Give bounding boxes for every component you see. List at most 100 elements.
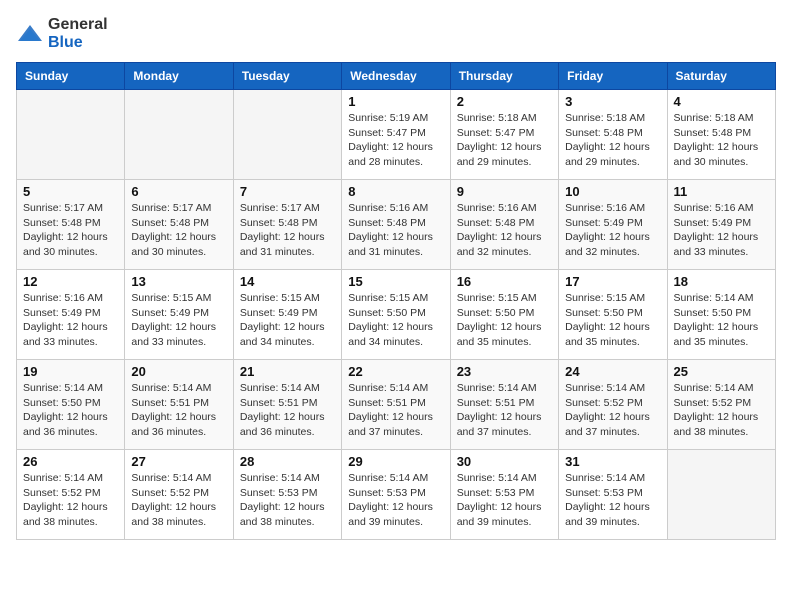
header-day-friday: Friday: [559, 63, 667, 90]
calendar-cell: 8 Sunrise: 5:16 AMSunset: 5:48 PMDaylight…: [342, 180, 450, 270]
day-info: Sunrise: 5:14 AMSunset: 5:52 PMDaylight:…: [131, 471, 226, 530]
day-number: 22: [348, 364, 443, 379]
day-number: 11: [674, 184, 769, 199]
day-info: Sunrise: 5:14 AMSunset: 5:50 PMDaylight:…: [674, 291, 769, 350]
day-number: 13: [131, 274, 226, 289]
day-number: 9: [457, 184, 552, 199]
day-number: 6: [131, 184, 226, 199]
day-number: 26: [23, 454, 118, 469]
day-number: 1: [348, 94, 443, 109]
calendar-cell: 5 Sunrise: 5:17 AMSunset: 5:48 PMDaylight…: [17, 180, 125, 270]
day-number: 28: [240, 454, 335, 469]
day-number: 14: [240, 274, 335, 289]
day-info: Sunrise: 5:14 AMSunset: 5:53 PMDaylight:…: [348, 471, 443, 530]
calendar-cell: 19 Sunrise: 5:14 AMSunset: 5:50 PMDayligh…: [17, 360, 125, 450]
day-info: Sunrise: 5:14 AMSunset: 5:51 PMDaylight:…: [131, 381, 226, 440]
calendar-cell: 2 Sunrise: 5:18 AMSunset: 5:47 PMDaylight…: [450, 90, 558, 180]
day-number: 7: [240, 184, 335, 199]
day-info: Sunrise: 5:15 AMSunset: 5:49 PMDaylight:…: [240, 291, 335, 350]
calendar-cell: 9 Sunrise: 5:16 AMSunset: 5:48 PMDaylight…: [450, 180, 558, 270]
header-row: SundayMondayTuesdayWednesdayThursdayFrid…: [17, 63, 776, 90]
calendar-cell: 3 Sunrise: 5:18 AMSunset: 5:48 PMDaylight…: [559, 90, 667, 180]
day-info: Sunrise: 5:17 AMSunset: 5:48 PMDaylight:…: [131, 201, 226, 260]
calendar-cell: 18 Sunrise: 5:14 AMSunset: 5:50 PMDayligh…: [667, 270, 775, 360]
day-info: Sunrise: 5:14 AMSunset: 5:53 PMDaylight:…: [565, 471, 660, 530]
calendar-cell: 24 Sunrise: 5:14 AMSunset: 5:52 PMDayligh…: [559, 360, 667, 450]
day-info: Sunrise: 5:16 AMSunset: 5:49 PMDaylight:…: [23, 291, 118, 350]
day-number: 16: [457, 274, 552, 289]
day-number: 27: [131, 454, 226, 469]
calendar-cell: 14 Sunrise: 5:15 AMSunset: 5:49 PMDayligh…: [233, 270, 341, 360]
day-number: 18: [674, 274, 769, 289]
day-info: Sunrise: 5:18 AMSunset: 5:48 PMDaylight:…: [565, 111, 660, 170]
day-info: Sunrise: 5:14 AMSunset: 5:52 PMDaylight:…: [23, 471, 118, 530]
day-number: 5: [23, 184, 118, 199]
day-number: 19: [23, 364, 118, 379]
calendar-cell: 7 Sunrise: 5:17 AMSunset: 5:48 PMDaylight…: [233, 180, 341, 270]
calendar-cell: 29 Sunrise: 5:14 AMSunset: 5:53 PMDayligh…: [342, 450, 450, 540]
logo-icon: [16, 23, 44, 45]
day-number: 21: [240, 364, 335, 379]
calendar-cell: 11Sunrise: 5:16 AMSunset: 5:49 PMDayligh…: [667, 180, 775, 270]
header-day-tuesday: Tuesday: [233, 63, 341, 90]
day-number: 30: [457, 454, 552, 469]
day-info: Sunrise: 5:18 AMSunset: 5:47 PMDaylight:…: [457, 111, 552, 170]
day-info: Sunrise: 5:15 AMSunset: 5:50 PMDaylight:…: [565, 291, 660, 350]
day-info: Sunrise: 5:14 AMSunset: 5:52 PMDaylight:…: [674, 381, 769, 440]
day-info: Sunrise: 5:15 AMSunset: 5:49 PMDaylight:…: [131, 291, 226, 350]
header-day-saturday: Saturday: [667, 63, 775, 90]
logo: General Blue: [16, 16, 108, 52]
calendar-cell: 26 Sunrise: 5:14 AMSunset: 5:52 PMDayligh…: [17, 450, 125, 540]
header-day-wednesday: Wednesday: [342, 63, 450, 90]
logo-general: General: [48, 16, 108, 33]
day-info: Sunrise: 5:17 AMSunset: 5:48 PMDaylight:…: [23, 201, 118, 260]
day-info: Sunrise: 5:14 AMSunset: 5:52 PMDaylight:…: [565, 381, 660, 440]
calendar-cell: 31 Sunrise: 5:14 AMSunset: 5:53 PMDayligh…: [559, 450, 667, 540]
calendar-cell: 21 Sunrise: 5:14 AMSunset: 5:51 PMDayligh…: [233, 360, 341, 450]
week-row-2: 5 Sunrise: 5:17 AMSunset: 5:48 PMDaylight…: [17, 180, 776, 270]
header-day-sunday: Sunday: [17, 63, 125, 90]
calendar-cell: 6 Sunrise: 5:17 AMSunset: 5:48 PMDaylight…: [125, 180, 233, 270]
day-info: Sunrise: 5:16 AMSunset: 5:48 PMDaylight:…: [457, 201, 552, 260]
day-info: Sunrise: 5:14 AMSunset: 5:51 PMDaylight:…: [457, 381, 552, 440]
logo-blue: Blue: [48, 34, 83, 51]
calendar-cell: 16 Sunrise: 5:15 AMSunset: 5:50 PMDayligh…: [450, 270, 558, 360]
calendar-cell: [125, 90, 233, 180]
calendar-cell: 15Sunrise: 5:15 AMSunset: 5:50 PMDayligh…: [342, 270, 450, 360]
day-info: Sunrise: 5:15 AMSunset: 5:50 PMDaylight:…: [348, 291, 443, 350]
day-info: Sunrise: 5:16 AMSunset: 5:49 PMDaylight:…: [565, 201, 660, 260]
day-info: Sunrise: 5:14 AMSunset: 5:53 PMDaylight:…: [240, 471, 335, 530]
day-number: 8: [348, 184, 443, 199]
calendar-cell: 25 Sunrise: 5:14 AMSunset: 5:52 PMDayligh…: [667, 360, 775, 450]
week-row-3: 12 Sunrise: 5:16 AMSunset: 5:49 PMDayligh…: [17, 270, 776, 360]
calendar-cell: 12 Sunrise: 5:16 AMSunset: 5:49 PMDayligh…: [17, 270, 125, 360]
day-number: 2: [457, 94, 552, 109]
day-info: Sunrise: 5:14 AMSunset: 5:53 PMDaylight:…: [457, 471, 552, 530]
day-info: Sunrise: 5:15 AMSunset: 5:50 PMDaylight:…: [457, 291, 552, 350]
week-row-4: 19 Sunrise: 5:14 AMSunset: 5:50 PMDayligh…: [17, 360, 776, 450]
calendar-table: SundayMondayTuesdayWednesdayThursdayFrid…: [16, 62, 776, 540]
day-info: Sunrise: 5:14 AMSunset: 5:50 PMDaylight:…: [23, 381, 118, 440]
calendar-header: SundayMondayTuesdayWednesdayThursdayFrid…: [17, 63, 776, 90]
week-row-5: 26 Sunrise: 5:14 AMSunset: 5:52 PMDayligh…: [17, 450, 776, 540]
day-number: 4: [674, 94, 769, 109]
day-info: Sunrise: 5:14 AMSunset: 5:51 PMDaylight:…: [240, 381, 335, 440]
day-number: 25: [674, 364, 769, 379]
day-number: 29: [348, 454, 443, 469]
day-info: Sunrise: 5:16 AMSunset: 5:48 PMDaylight:…: [348, 201, 443, 260]
day-number: 12: [23, 274, 118, 289]
day-number: 31: [565, 454, 660, 469]
calendar-cell: 27 Sunrise: 5:14 AMSunset: 5:52 PMDayligh…: [125, 450, 233, 540]
day-number: 3: [565, 94, 660, 109]
header-day-thursday: Thursday: [450, 63, 558, 90]
day-info: Sunrise: 5:19 AMSunset: 5:47 PMDaylight:…: [348, 111, 443, 170]
calendar-cell: 20Sunrise: 5:14 AMSunset: 5:51 PMDayligh…: [125, 360, 233, 450]
day-number: 24: [565, 364, 660, 379]
day-info: Sunrise: 5:18 AMSunset: 5:48 PMDaylight:…: [674, 111, 769, 170]
calendar-cell: 17Sunrise: 5:15 AMSunset: 5:50 PMDayligh…: [559, 270, 667, 360]
calendar-cell: 1 Sunrise: 5:19 AMSunset: 5:47 PMDaylight…: [342, 90, 450, 180]
header-day-monday: Monday: [125, 63, 233, 90]
calendar-cell: 22Sunrise: 5:14 AMSunset: 5:51 PMDayligh…: [342, 360, 450, 450]
day-info: Sunrise: 5:17 AMSunset: 5:48 PMDaylight:…: [240, 201, 335, 260]
week-row-1: 1 Sunrise: 5:19 AMSunset: 5:47 PMDaylight…: [17, 90, 776, 180]
